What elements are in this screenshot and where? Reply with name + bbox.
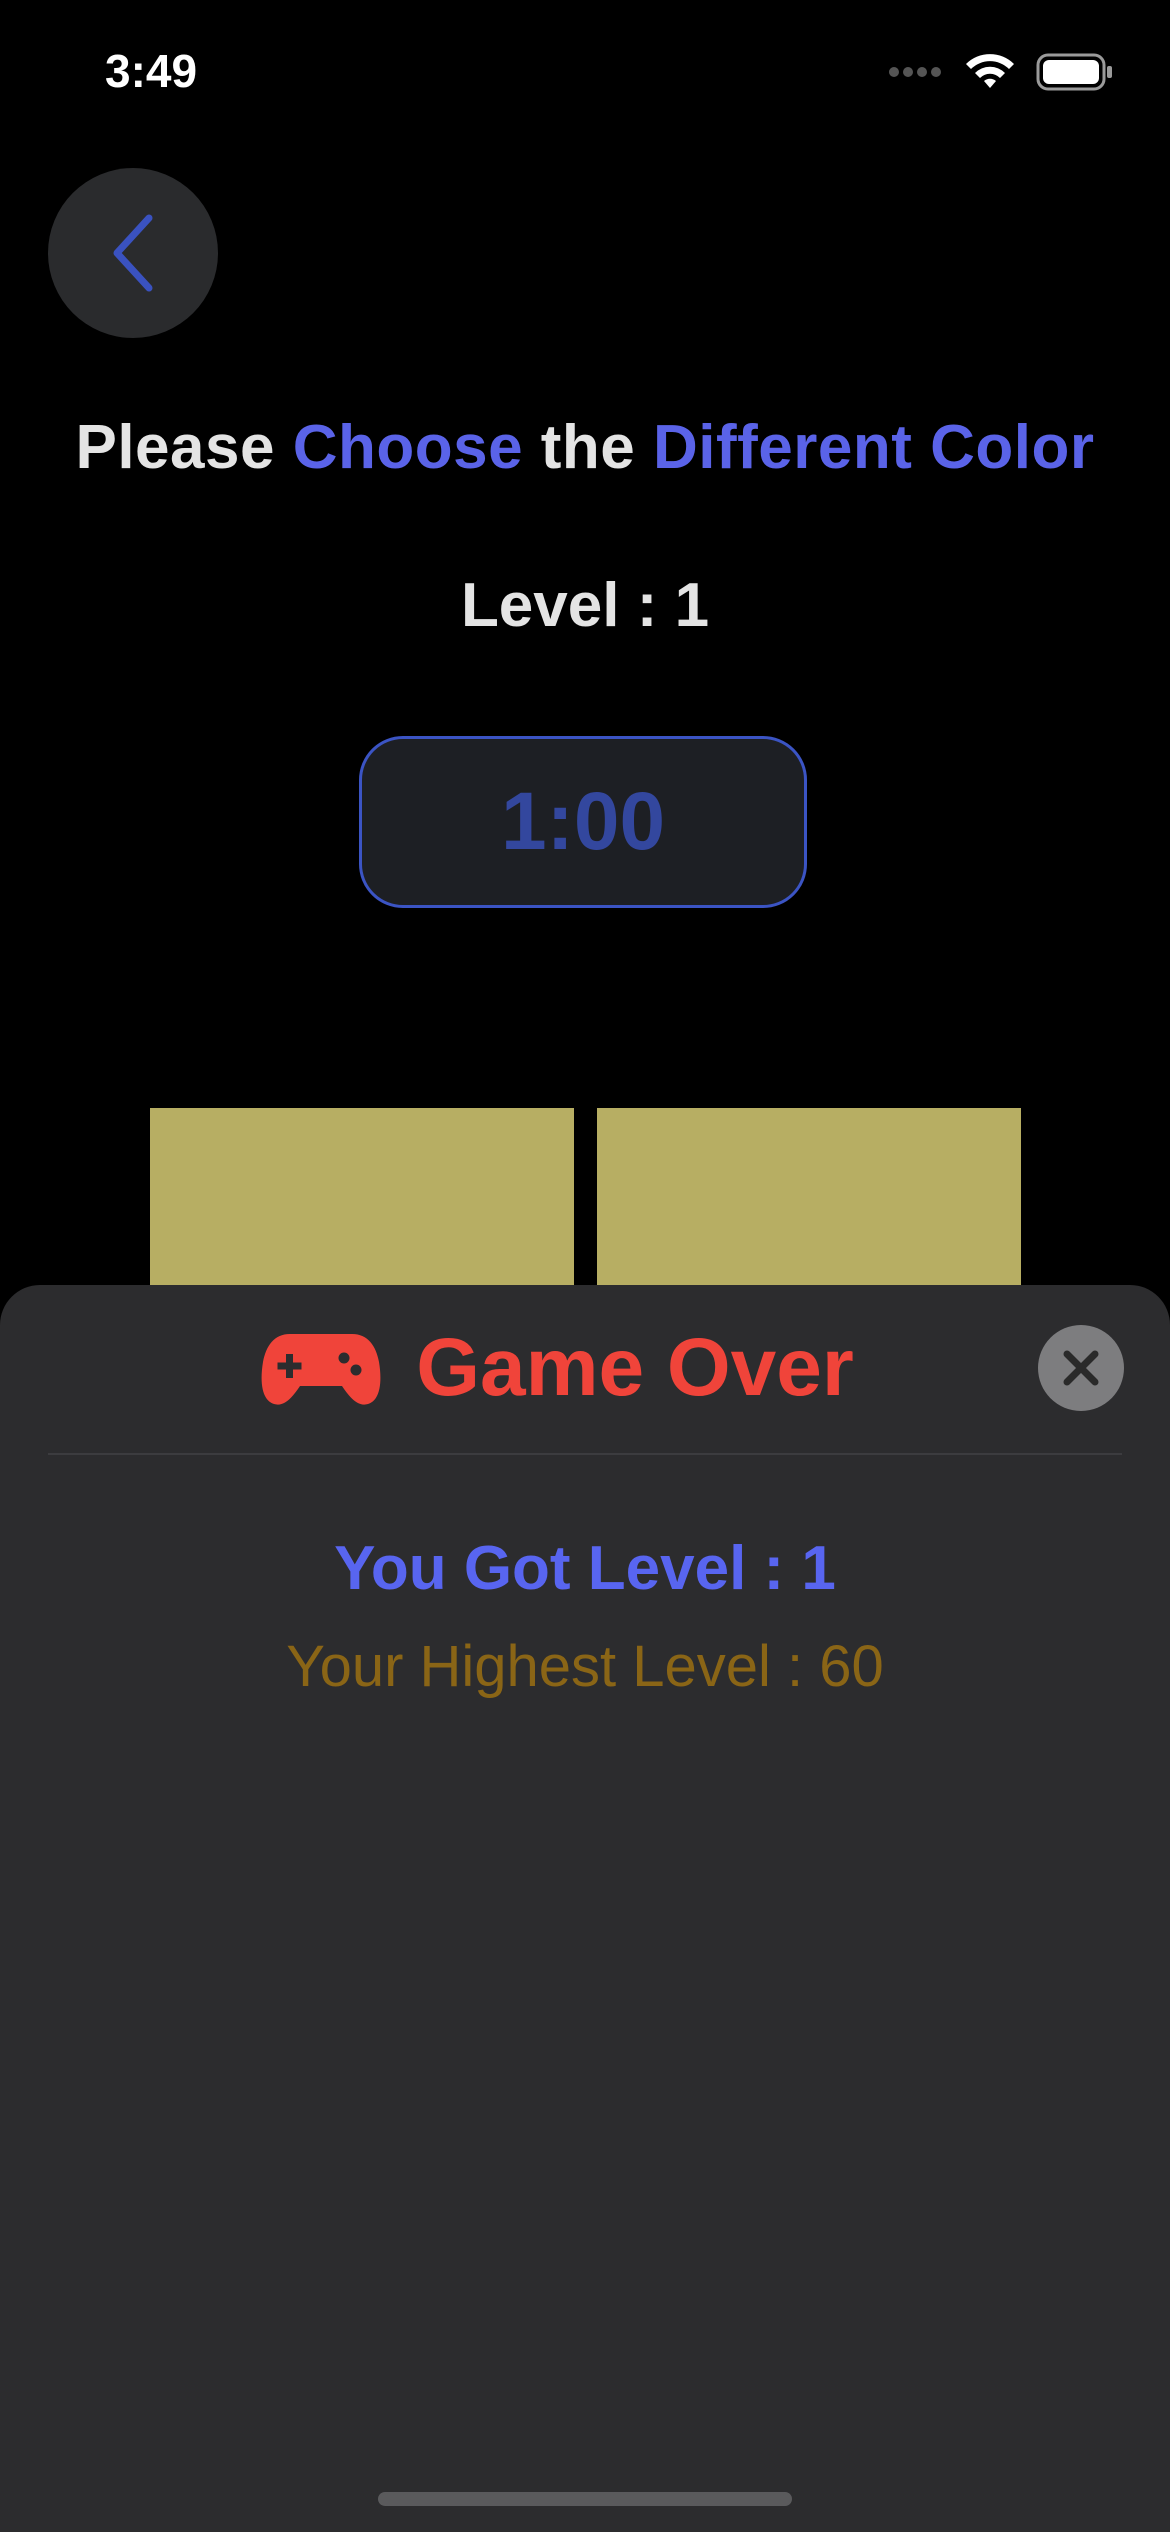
gamepad-icon (261, 1334, 381, 1405)
back-button[interactable] (48, 168, 218, 338)
close-icon (1063, 1350, 1099, 1386)
level-label: Level : 1 (460, 571, 710, 640)
result-level: You Got Level : 1 (334, 1534, 836, 1603)
instruction-word: Please (75, 413, 293, 482)
game-over-sheet: Game Over You Got Level : 1 Your Highest… (0, 1285, 1170, 2532)
divider (48, 1453, 1122, 1455)
instruction-word-accent: Choose (292, 413, 524, 482)
signal-dots-icon (889, 67, 941, 77)
highest-level: Your Highest Level : 60 (286, 1634, 884, 1699)
game-over-heading: Game Over (0, 1313, 1170, 1423)
color-tile[interactable] (150, 1108, 574, 1298)
wifi-icon (966, 54, 1014, 88)
instruction-title: Please Choose the Different Color (0, 412, 1170, 483)
color-tile[interactable] (597, 1108, 1021, 1298)
home-indicator[interactable] (378, 2492, 792, 2506)
game-over-title: Game Over (416, 1322, 854, 1413)
chevron-left-icon (113, 214, 153, 292)
timer-display: 1:00 (359, 736, 807, 908)
status-icons (888, 52, 1114, 92)
close-button[interactable] (1038, 1325, 1124, 1411)
instruction-word-accent: Different Color (653, 413, 1095, 482)
sheet-header: Game Over (0, 1313, 1170, 1423)
battery-icon (1036, 53, 1112, 91)
status-time: 3:49 (105, 45, 198, 97)
instruction-word: the (523, 413, 654, 482)
